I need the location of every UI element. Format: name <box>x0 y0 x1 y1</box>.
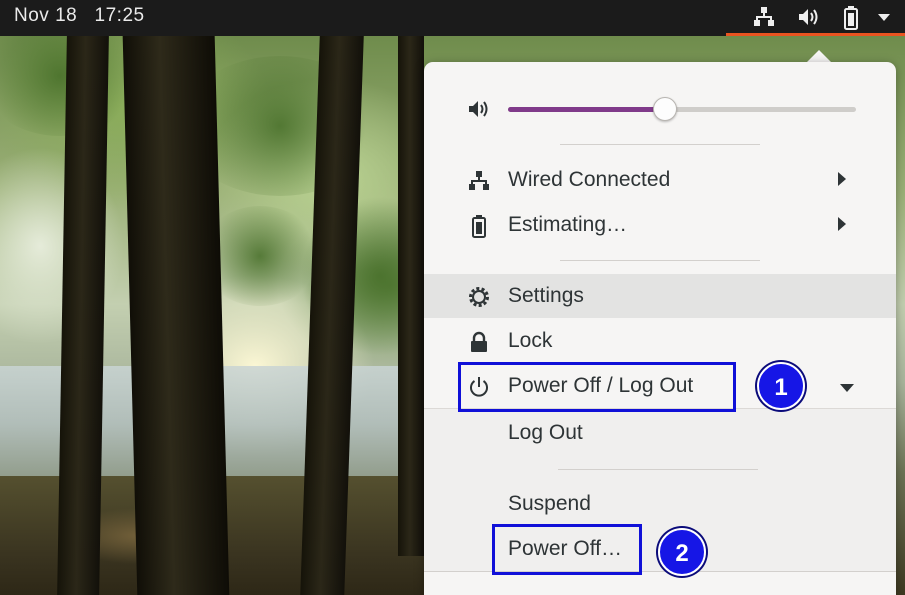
time-label: 17:25 <box>94 5 145 26</box>
highlight-box-power-off <box>492 524 642 575</box>
step-badge-1: 1 <box>757 362 805 410</box>
lock-icon <box>471 331 487 352</box>
menu-item-battery[interactable]: Estimating… <box>424 203 896 247</box>
separator <box>560 260 760 261</box>
volume-slider-handle[interactable] <box>652 97 677 121</box>
chevron-right-icon <box>838 172 846 186</box>
menu-item-lock[interactable]: Lock <box>424 319 896 363</box>
gear-icon <box>469 287 489 307</box>
battery-icon <box>472 215 486 238</box>
network-label: Wired Connected <box>508 168 671 191</box>
battery-icon <box>844 6 858 30</box>
system-menu: Wired Connected Estimating… Settings Loc… <box>424 62 896 595</box>
date-label: Nov 18 <box>14 5 78 26</box>
settings-label: Settings <box>508 284 584 307</box>
highlight-box-power-log-out <box>458 362 736 412</box>
top-bar: Nov 18 17:25 <box>0 0 905 36</box>
menu-item-suspend[interactable]: Suspend <box>424 482 896 526</box>
network-wired-icon <box>754 7 774 26</box>
step-badge-2: 2 <box>658 528 706 576</box>
menu-arrow-icon <box>878 14 890 21</box>
chevron-down-icon[interactable] <box>839 383 855 393</box>
clock[interactable]: Nov 18 17:25 <box>14 5 145 27</box>
battery-label: Estimating… <box>508 213 628 236</box>
log-out-label: Log Out <box>508 421 583 444</box>
volume-level-fill <box>508 107 665 112</box>
menu-item-settings[interactable]: Settings <box>424 274 896 318</box>
volume-slider[interactable] <box>508 97 856 121</box>
suspend-label: Suspend <box>508 492 591 515</box>
volume-icon <box>469 101 488 117</box>
chevron-right-icon <box>838 217 846 231</box>
separator <box>558 469 758 470</box>
system-tray[interactable] <box>727 0 905 36</box>
separator <box>560 144 760 145</box>
lock-label: Lock <box>508 329 553 352</box>
network-wired-icon <box>469 171 489 190</box>
menu-item-log-out[interactable]: Log Out <box>424 411 896 455</box>
menu-item-network[interactable]: Wired Connected <box>424 158 896 202</box>
volume-icon <box>799 9 818 25</box>
